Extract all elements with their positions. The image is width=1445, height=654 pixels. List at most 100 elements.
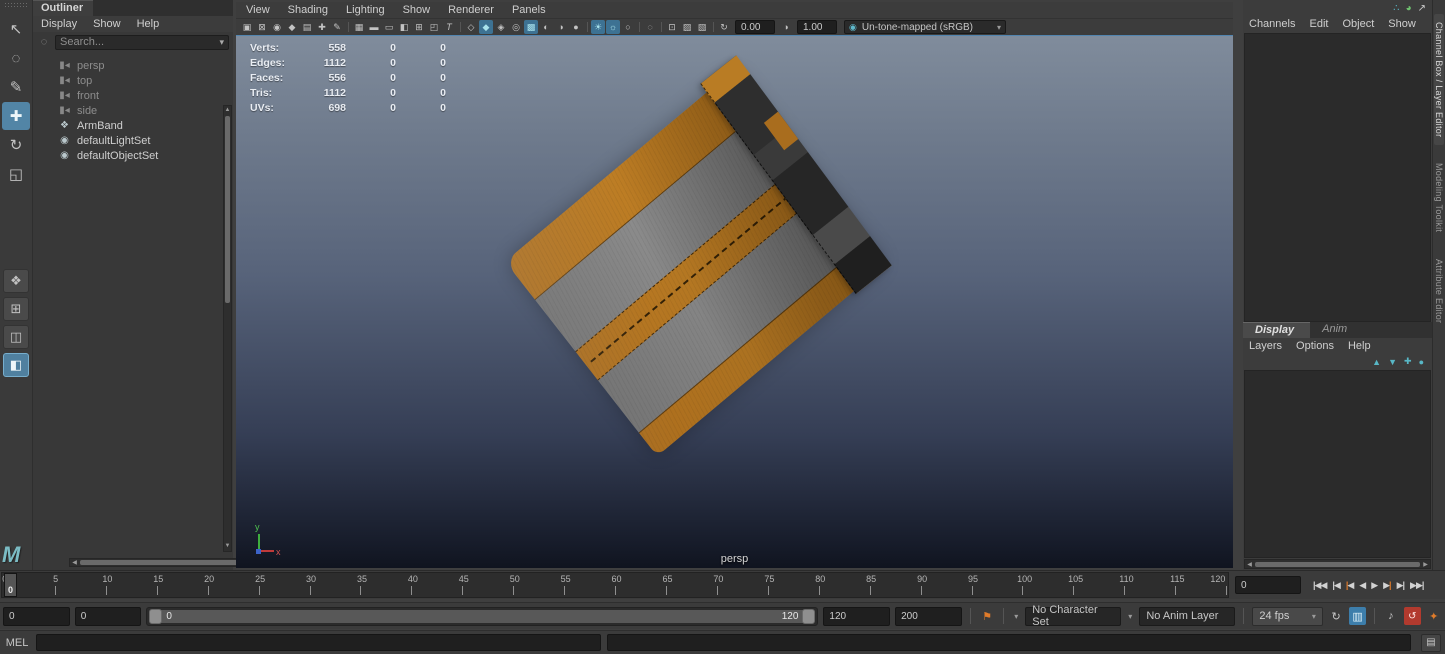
move-layer-up-icon[interactable]: ▲	[1372, 357, 1381, 367]
paint-select-tool-button[interactable]: ✎	[2, 73, 30, 101]
scrollbar-thumb[interactable]	[1255, 562, 1420, 567]
tab-attribute-editor[interactable]: Attribute Editor	[1434, 251, 1444, 331]
timeline-tick[interactable]: 100	[1022, 573, 1073, 597]
outliner-item-front[interactable]: ▮◂ front	[57, 88, 233, 103]
playback-end-field[interactable]: 120	[823, 607, 890, 626]
create-bookmark-icon[interactable]: ⚑	[979, 607, 995, 625]
menu-item[interactable]: Help	[1348, 340, 1371, 352]
rotate-tool-button[interactable]: ↻	[2, 131, 30, 159]
script-editor-icon[interactable]: ▤	[1421, 634, 1441, 652]
xray-icon[interactable]: ▨	[680, 20, 694, 34]
isolate-select-icon[interactable]: ◌	[643, 20, 657, 34]
step-forward-key-button[interactable]: ▶|	[1381, 575, 1392, 595]
timeline-tick[interactable]: 80	[819, 573, 870, 597]
step-back-frame-button[interactable]: |◀	[1330, 575, 1341, 595]
menu-item[interactable]: View	[246, 4, 270, 16]
timeline-tick[interactable]: 70	[717, 573, 768, 597]
gauge-icon[interactable]: ◕	[1406, 3, 1412, 14]
play-backwards-button[interactable]: ◀	[1357, 575, 1367, 595]
grid-icon[interactable]: ▦	[352, 20, 366, 34]
auto-keyframe-icon[interactable]: ↺	[1404, 607, 1420, 625]
outliner-item-armband[interactable]: ❖ ArmBand	[57, 118, 233, 133]
menu-item[interactable]: Display	[41, 18, 77, 30]
range-slider[interactable]: 0 120	[146, 607, 818, 626]
menu-item[interactable]: Show	[403, 4, 431, 16]
menu-item[interactable]: Object	[1342, 18, 1374, 30]
toolbar-icon[interactable]	[710, 20, 716, 34]
menu-item[interactable]: Shading	[288, 4, 328, 16]
tab-channel-box-layer-editor[interactable]: Channel Box / Layer Editor	[1434, 14, 1444, 145]
anim-layer-select[interactable]: No Anim Layer	[1139, 607, 1235, 626]
timeline-tick[interactable]: 15	[157, 573, 208, 597]
timeline-tick[interactable]: 50	[513, 573, 564, 597]
step-forward-frame-button[interactable]: ▶|	[1395, 575, 1406, 595]
toolbar-icon[interactable]	[584, 20, 590, 34]
outliner-vertical-scrollbar[interactable]: ▲ ▼	[223, 105, 232, 552]
menu-item[interactable]: Renderer	[448, 4, 494, 16]
layer-list-area[interactable]	[1244, 370, 1431, 558]
menu-item[interactable]: Show	[1388, 18, 1416, 30]
timeline-tick[interactable]: 55	[564, 573, 615, 597]
safe-action-icon[interactable]: ◰	[427, 20, 441, 34]
image-plane-icon[interactable]: ▤	[300, 20, 314, 34]
layer-editor-scrollbar[interactable]: ◀ ▶	[1244, 559, 1431, 569]
timeline-tick[interactable]: 10	[106, 573, 157, 597]
animation-preferences-icon[interactable]: ✦	[1426, 607, 1442, 625]
film-gate-icon[interactable]: ▬	[367, 20, 381, 34]
gate-mask-icon[interactable]: ◧	[397, 20, 411, 34]
default-lighting-icon[interactable]: ☀	[591, 20, 605, 34]
timeline-tick[interactable]: 110	[1124, 573, 1175, 597]
go-to-start-button[interactable]: |◀◀	[1311, 575, 1328, 595]
playback-loop-icon[interactable]: ↻	[1328, 607, 1344, 625]
lock-camera-icon[interactable]: ⊠	[255, 20, 269, 34]
object-details-icon[interactable]: ⊡	[665, 20, 679, 34]
outliner-tab[interactable]: Outliner	[33, 0, 93, 16]
two-pane-layout-button[interactable]: ◫	[3, 325, 29, 349]
safe-title-icon[interactable]: T	[442, 20, 456, 34]
cached-playback-icon[interactable]: ▥	[1349, 607, 1365, 625]
shadows-icon[interactable]: ◑	[554, 20, 568, 34]
outliner-item-side[interactable]: ▮◂ side	[57, 103, 233, 118]
step-back-key-button[interactable]: |◀	[1344, 575, 1355, 595]
timeline-tick[interactable]: 35	[360, 573, 411, 597]
occlusion-icon[interactable]: ●	[569, 20, 583, 34]
scale-tool-button[interactable]: ◱	[2, 160, 30, 188]
flat-shade-icon[interactable]: ◈	[494, 20, 508, 34]
animation-start-field[interactable]: 0	[3, 607, 70, 626]
menu-item[interactable]: Show	[93, 18, 121, 30]
character-set-select[interactable]: No Character Set	[1025, 607, 1121, 626]
menu-item[interactable]: Channels	[1249, 18, 1295, 30]
timeline-tick[interactable]: 25	[259, 573, 310, 597]
menu-item[interactable]: Layers	[1249, 340, 1282, 352]
new-empty-layer-icon[interactable]: ✚	[1404, 356, 1412, 367]
outliner-item-defaultobjectset[interactable]: ◉ defaultObjectSet	[57, 148, 233, 163]
timeline-tick[interactable]: 75	[768, 573, 819, 597]
timeline-tick[interactable]: 30	[310, 573, 361, 597]
field-chart-icon[interactable]: ⊞	[412, 20, 426, 34]
scroll-right-icon[interactable]: ▶	[1421, 561, 1430, 568]
lasso-select-tool-button[interactable]: ◌	[2, 44, 30, 72]
viewport-canvas[interactable]: Verts: 558 0 0 Edges: 1112 0 0 Faces:	[236, 35, 1233, 568]
camera-attributes-icon[interactable]: ◉	[270, 20, 284, 34]
fps-select[interactable]: 24 fps ▾	[1252, 607, 1323, 626]
gamma-field[interactable]: 1.00	[797, 20, 837, 34]
character-set-menu-icon[interactable]: ▾	[1012, 612, 1020, 621]
axis-tripod-icon[interactable]: ∴	[1393, 3, 1399, 14]
smooth-shade-icon[interactable]: ◆	[479, 20, 493, 34]
toolbar-icon[interactable]	[457, 20, 463, 34]
range-slider-bar[interactable]	[149, 610, 815, 623]
menu-item[interactable]: Options	[1296, 340, 1334, 352]
outliner-horizontal-scrollbar[interactable]: ◀ ▶	[69, 558, 259, 567]
play-forwards-button[interactable]: ▶	[1369, 575, 1379, 595]
graph-icon[interactable]: ↗	[1418, 3, 1426, 14]
grease-pencil-icon[interactable]: ✎	[330, 20, 344, 34]
view-transform-select[interactable]: ◉ Un-tone-mapped (sRGB) ▾	[844, 20, 1006, 34]
menu-item[interactable]: Edit	[1309, 18, 1328, 30]
command-input[interactable]	[36, 634, 601, 651]
command-mode-toggle[interactable]: MEL	[4, 637, 30, 649]
outliner-item-defaultlightset[interactable]: ◉ defaultLightSet	[57, 133, 233, 148]
wireframe-icon[interactable]: ◇	[464, 20, 478, 34]
scroll-up-icon[interactable]: ▲	[224, 106, 231, 115]
scrollbar-thumb[interactable]	[225, 116, 230, 303]
exposure-icon[interactable]: ↻	[717, 20, 731, 34]
